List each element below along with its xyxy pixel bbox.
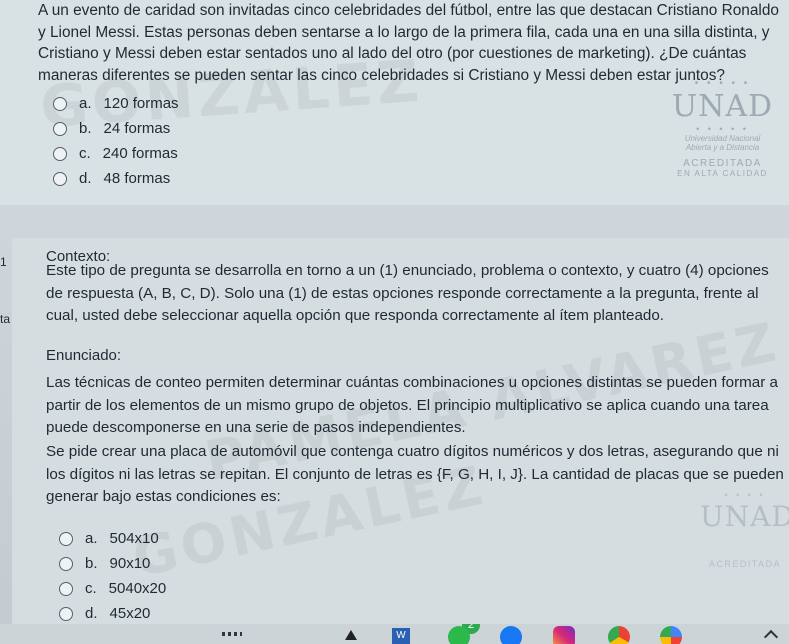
radio-button[interactable] <box>59 556 73 571</box>
radio-button[interactable] <box>53 146 67 161</box>
logo-line-1: Universidad Nacional <box>684 134 761 143</box>
question-card-1: GONZALEZ A un evento de caridad son invi… <box>0 0 789 205</box>
statement-paragraph-2: Se pide crear una placa de automóvil que… <box>46 443 784 505</box>
statement-paragraph-1: Las técnicas de conteo permiten determin… <box>46 374 778 436</box>
option-label: 24 formas <box>103 120 171 137</box>
radio-button[interactable] <box>53 96 67 111</box>
option-letter: c. <box>85 580 97 597</box>
logo-name: UNAD <box>700 500 789 533</box>
logo-accreditation: ACREDITADA <box>683 158 762 169</box>
statement-heading: Enunciado: <box>46 347 122 364</box>
radio-button[interactable] <box>59 581 73 596</box>
option-a[interactable]: a. 120 formas <box>53 95 179 112</box>
option-letter: c. <box>79 145 91 162</box>
context-paragraph: Este tipo de pregunta se desarrolla en t… <box>46 262 769 324</box>
option-c[interactable]: c. 240 formas <box>53 145 178 162</box>
option-letter: d. <box>85 605 98 622</box>
option-label: 48 formas <box>103 170 171 187</box>
screen: GONZALEZ A un evento de caridad son invi… <box>0 0 789 644</box>
unad-logo-faded: • • • • UNAD ACREDITADA <box>700 490 789 569</box>
option-letter: d. <box>79 170 92 187</box>
option-a[interactable]: a. 504x10 <box>59 530 159 547</box>
radio-button[interactable] <box>53 121 67 136</box>
option-d[interactable]: d. 45x20 <box>59 605 150 622</box>
logo-line-2: Abierta y a Distancia <box>685 143 760 152</box>
option-label: 5040x20 <box>108 580 167 597</box>
taskbar-dots <box>222 632 242 636</box>
option-letter: b. <box>79 120 92 137</box>
word-icon[interactable]: W <box>392 628 410 644</box>
option-letter: b. <box>85 555 98 572</box>
logo-accreditation-sub: EN ALTA CALIDAD <box>677 169 768 178</box>
option-label: 45x20 <box>109 605 151 622</box>
radio-button[interactable] <box>53 171 67 186</box>
option-letter: a. <box>79 95 92 112</box>
option-b[interactable]: b. 90x10 <box>59 555 150 572</box>
option-label: 504x10 <box>109 530 159 547</box>
question-1-text: A un evento de caridad son invitadas cin… <box>38 2 779 84</box>
side-fragment: 1 <box>0 255 7 269</box>
taskbar-arrow-icon[interactable] <box>345 630 357 640</box>
taskbar: W 2 <box>0 624 789 644</box>
option-label: 240 formas <box>102 145 178 162</box>
option-letter: a. <box>85 530 98 547</box>
unad-logo: • • • • • UNAD • • • • • Universidad Nac… <box>660 78 785 178</box>
chrome-icon[interactable] <box>608 626 630 644</box>
option-d[interactable]: d. 48 formas <box>53 170 170 187</box>
logo-name: UNAD <box>671 89 774 124</box>
facebook-icon[interactable] <box>500 626 522 644</box>
radio-button[interactable] <box>59 606 73 621</box>
option-label: 90x10 <box>109 555 151 572</box>
option-label: 120 formas <box>103 95 179 112</box>
logo-accreditation: ACREDITADA <box>708 559 782 569</box>
google-icon[interactable] <box>660 626 682 644</box>
option-b[interactable]: b. 24 formas <box>53 120 170 137</box>
whatsapp-icon[interactable] <box>448 626 470 644</box>
chevron-up-icon[interactable] <box>763 629 779 644</box>
radio-button[interactable] <box>59 531 73 546</box>
instagram-icon[interactable] <box>553 626 575 644</box>
option-c[interactable]: c. 5040x20 <box>59 580 166 597</box>
side-fragment: ta <box>0 312 11 326</box>
